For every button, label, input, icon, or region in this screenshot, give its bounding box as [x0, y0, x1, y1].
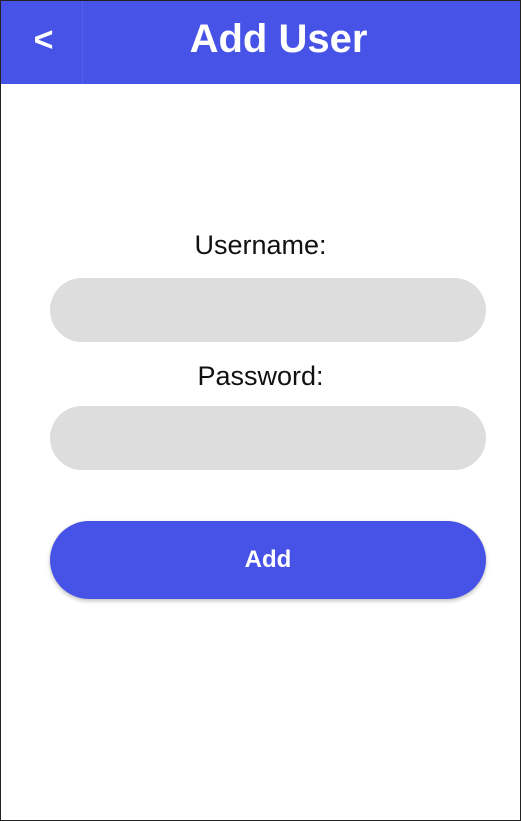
- username-input[interactable]: [50, 278, 486, 342]
- password-input[interactable]: [50, 406, 486, 470]
- page-title: Add User: [189, 17, 368, 61]
- chevron-left-icon: <: [33, 21, 54, 59]
- add-button[interactable]: Add: [50, 521, 486, 599]
- username-label: Username:: [194, 230, 327, 260]
- back-button[interactable]: <: [1, 1, 83, 84]
- app-header: < Add User: [1, 1, 520, 84]
- add-user-screen: < Add User Username: Password: Add: [0, 0, 521, 821]
- password-label: Password:: [197, 361, 324, 391]
